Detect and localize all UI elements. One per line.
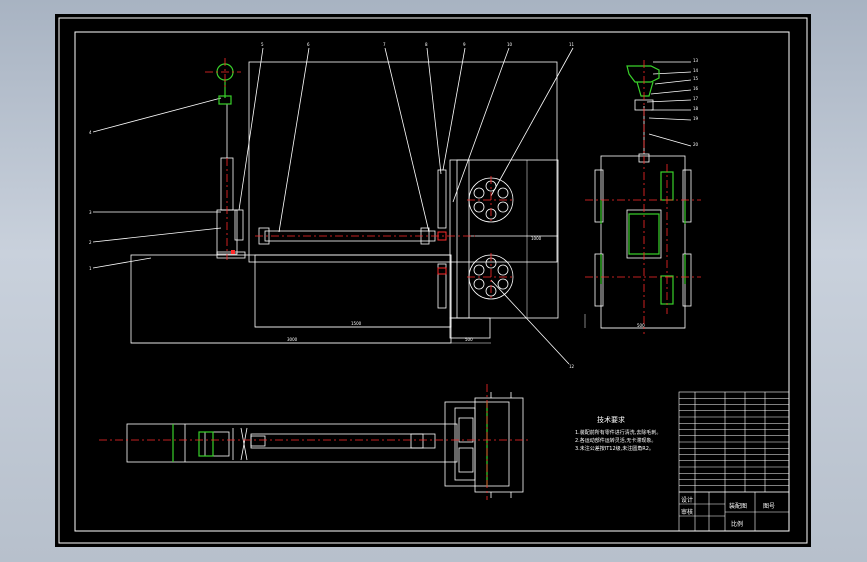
lower-shelf bbox=[449, 317, 491, 339]
front-view bbox=[92, 47, 574, 365]
part-label-16: 16 bbox=[693, 86, 699, 91]
part-label-15: 15 bbox=[693, 76, 699, 81]
cylinder-column bbox=[216, 209, 238, 255]
part-label-19: 19 bbox=[693, 116, 699, 121]
part-label-1: 1 bbox=[89, 266, 92, 271]
part-label-10: 10 bbox=[507, 42, 513, 47]
top-base bbox=[126, 423, 458, 463]
dimension-texts: 3000 1500 500 500 1000 bbox=[287, 236, 645, 342]
title-block-checker: 审核 bbox=[681, 508, 693, 516]
side-view bbox=[584, 61, 692, 329]
part-label-11: 11 bbox=[569, 42, 575, 47]
part-label-20: 20 bbox=[693, 142, 699, 147]
tech-req-line-2: 2.各运动部件运转灵活,无卡滞现象。 bbox=[575, 437, 656, 444]
top-view bbox=[126, 392, 524, 498]
part-label-9: 9 bbox=[463, 42, 466, 47]
dim-front-height: 1000 bbox=[531, 236, 542, 241]
part-label-13: 13 bbox=[693, 58, 699, 63]
inner-frame bbox=[74, 31, 790, 532]
base-plate bbox=[130, 254, 452, 344]
front-part-labels: 12345 6 7 8 9 10 1112 bbox=[89, 42, 575, 369]
drawing-sheet[interactable]: 技术要求 1.装配前所有零件进行清洗,去除毛刺。 2.各运动部件运转灵活,无卡滞… bbox=[55, 14, 811, 547]
part-label-3: 3 bbox=[89, 210, 92, 215]
title-block-name: 装配图 bbox=[729, 502, 747, 510]
side-green-parts bbox=[600, 65, 686, 305]
title-block-designer: 设计 bbox=[681, 496, 693, 504]
dim-front-inner: 1500 bbox=[351, 321, 362, 326]
part-label-6: 6 bbox=[307, 42, 310, 47]
parts-list bbox=[678, 391, 790, 493]
title-block-unit: 图号 bbox=[763, 503, 775, 510]
assembly-drawing-canvas: 技术要求 1.装配前所有零件进行清洗,去除毛刺。 2.各运动部件运转灵活,无卡滞… bbox=[58, 17, 808, 544]
part-label-12: 12 bbox=[569, 364, 575, 369]
part-label-17: 17 bbox=[693, 96, 699, 101]
main-frame-box bbox=[248, 61, 558, 263]
base-inner bbox=[254, 254, 452, 328]
part-label-8: 8 bbox=[425, 42, 428, 47]
dim-side-width: 500 bbox=[637, 323, 645, 328]
title-block-scale: 比例 bbox=[731, 520, 743, 528]
part-label-4: 4 bbox=[89, 130, 92, 135]
housing-flange bbox=[456, 159, 470, 319]
clamp-bar-upper bbox=[437, 169, 447, 229]
dim-front-total: 3000 bbox=[287, 337, 298, 342]
part-label-14: 14 bbox=[693, 68, 699, 73]
top-green-parts bbox=[172, 402, 488, 486]
tech-req-line-1: 1.装配前所有零件进行清洗,去除毛刺。 bbox=[575, 429, 661, 436]
part-label-5: 5 bbox=[261, 42, 264, 47]
tech-req-line-3: 3.未注公差按IT12级,未注圆角R2。 bbox=[575, 445, 654, 452]
clamp-bar-lower bbox=[437, 263, 447, 309]
technical-requirements: 技术要求 1.装配前所有零件进行清洗,去除毛刺。 2.各运动部件运转灵活,无卡滞… bbox=[575, 415, 661, 452]
part-label-18: 18 bbox=[693, 106, 699, 111]
front-red-marks bbox=[231, 231, 447, 275]
front-center-lines bbox=[205, 58, 515, 301]
side-center-lines bbox=[585, 60, 701, 334]
part-label-2: 2 bbox=[89, 240, 92, 245]
side-part-labels: 13 14 15 16 17 18 19 20 bbox=[693, 58, 699, 147]
cad-viewport[interactable]: 技术要求 1.装配前所有零件进行清洗,去除毛刺。 2.各运动部件运转灵活,无卡滞… bbox=[0, 0, 867, 562]
dim-front-offset: 500 bbox=[465, 337, 473, 342]
tech-req-heading: 技术要求 bbox=[597, 415, 625, 424]
part-label-7: 7 bbox=[383, 42, 386, 47]
